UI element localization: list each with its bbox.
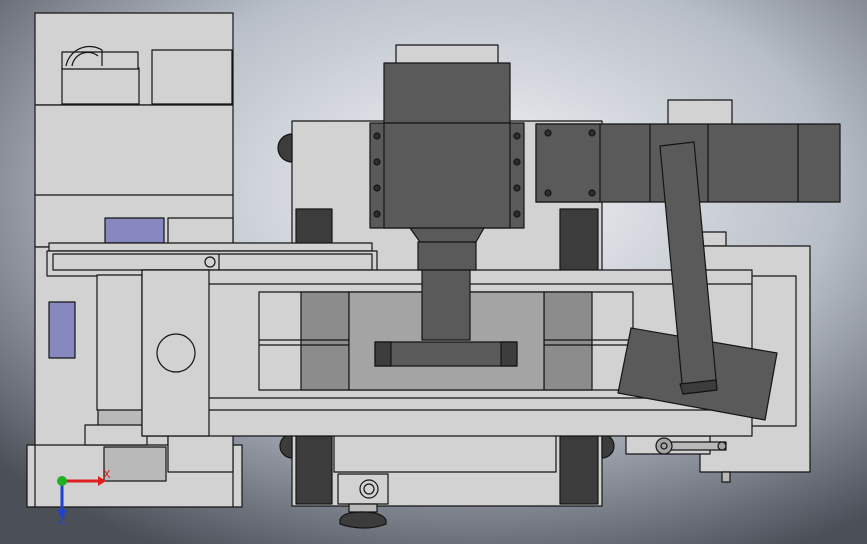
vise-jaw: [374, 341, 518, 367]
guide-slot-right-top: [559, 208, 599, 272]
blue-panel-top[interactable]: [104, 217, 165, 244]
spindle-taper: [409, 227, 485, 243]
bolt-icon: [588, 189, 596, 197]
bolt-icon: [373, 210, 381, 218]
triad-origin: [57, 476, 67, 486]
table-saddle: [96, 274, 143, 411]
bolt-icon: [513, 210, 521, 218]
leveling-foot-pad: [339, 511, 387, 529]
head-motor: [383, 62, 511, 125]
blue-panel-side[interactable]: [48, 301, 76, 359]
table-lock-icon[interactable]: [204, 256, 216, 268]
guide-slot-right-bottom: [559, 435, 599, 505]
head-top-cap: [395, 44, 499, 66]
guide-slot-left-bottom: [295, 435, 333, 505]
bolt-icon: [373, 158, 381, 166]
bolt-icon: [588, 129, 596, 137]
table-top-rail: [48, 242, 373, 252]
cad-viewport[interactable]: X Z: [0, 0, 867, 544]
spindle-quill: [421, 269, 471, 341]
motor-housing: [61, 67, 140, 105]
bolt-icon: [513, 184, 521, 192]
bolt-icon: [513, 158, 521, 166]
bolt-icon: [544, 129, 552, 137]
bolt-icon: [544, 189, 552, 197]
bolt-icon: [513, 132, 521, 140]
bolt-icon: [373, 132, 381, 140]
handwheel-icon[interactable]: [156, 333, 196, 373]
bolt-icon: [373, 184, 381, 192]
triad-z-label: Z: [58, 514, 66, 527]
upper-cover-panel: [151, 49, 233, 105]
lock-handle-icon[interactable]: [665, 441, 727, 451]
triad-x-label: X: [103, 468, 111, 481]
